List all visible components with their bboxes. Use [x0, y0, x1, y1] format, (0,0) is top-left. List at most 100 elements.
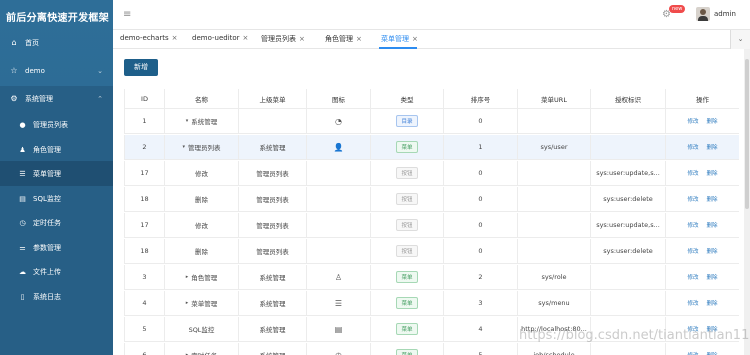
cell-id: 17 [124, 213, 164, 237]
delete-link[interactable]: 删除 [707, 143, 718, 151]
cell-text: 1 [478, 143, 483, 151]
sidebar-item-upload[interactable]: ☁ 文件上传 [0, 259, 113, 284]
cell-text: 18 [140, 247, 149, 255]
table-row[interactable]: 1 ▾ 系统管理 ◔ 目录 0 修改 删除 [124, 109, 739, 134]
edit-link[interactable]: 修改 [687, 247, 698, 255]
cell-text: 系统管理 [259, 274, 286, 282]
cell-sort: 0 [443, 161, 517, 185]
avatar-head [700, 9, 706, 15]
edit-link[interactable]: 修改 [687, 351, 698, 355]
header-col-perms: 授权标识 [590, 89, 665, 108]
cell-text: 系统管理 [260, 350, 286, 355]
cell-type: 按钮 [370, 187, 443, 211]
delete-link[interactable]: 删除 [707, 221, 718, 229]
list-icon: ☰ [19, 169, 26, 178]
cell-parent: 系统管理 [238, 135, 306, 159]
table-row[interactable]: 3 ▸ 角色管理 系统管理 ♙ 菜单 2 sys/role 修改 删除 [124, 265, 739, 290]
cell-text: 3 [478, 299, 483, 307]
scrollbar[interactable] [744, 49, 750, 355]
sidebar-item-schedule[interactable]: ◷ 定时任务 [0, 210, 113, 235]
sidebar-item-demo[interactable]: ☆ demo ⌄ [0, 58, 113, 83]
close-icon[interactable]: × [172, 34, 178, 42]
sidebar-item-home[interactable]: ⌂ 首页 [0, 30, 113, 55]
delete-link[interactable]: 删除 [707, 247, 718, 255]
table-row[interactable]: 18 删除 管理员列表 按钮 0 sys:user:delete 修改 删除 [124, 187, 739, 212]
avatar[interactable] [696, 7, 710, 21]
sidebar-item-menus[interactable]: ☰ 菜单管理 [0, 161, 113, 186]
tab-label: 菜单管理 [381, 35, 409, 43]
tab-admin-list[interactable]: 管理员列表 × [261, 34, 305, 44]
tab-demo-ueditor[interactable]: demo-ueditor × [192, 34, 248, 42]
cell-name: ▾ 系统管理 [164, 109, 238, 133]
tab-roles[interactable]: 角色管理 × [325, 34, 362, 44]
delete-link[interactable]: 删除 [707, 195, 718, 203]
cell-text: 17 [140, 169, 149, 177]
menu-icon: ◷ [335, 350, 342, 355]
table-row[interactable]: 17 修改 管理员列表 按钮 0 sys:user:update,s... 修改 删除 [124, 213, 739, 238]
hamburger-menu-icon[interactable]: ≡ [123, 9, 131, 20]
username[interactable]: admin [714, 10, 736, 18]
tab-demo-echarts[interactable]: demo-echarts × [120, 34, 178, 42]
expand-caret-icon[interactable]: ▸ [186, 300, 189, 306]
delete-link[interactable]: 删除 [707, 273, 718, 281]
cell-icon: ▤ [306, 317, 370, 341]
cell-parent: 管理员列表 [238, 161, 306, 185]
close-icon[interactable]: × [299, 35, 305, 43]
sliders-icon: ⚌ [19, 243, 26, 252]
header-col-type: 类型 [370, 89, 443, 108]
table-row[interactable]: 6 ▸定时任务系统管理 ◷ 菜单 5 job/schedule 修改 删除 [124, 343, 739, 355]
cell-perms [590, 135, 665, 159]
edit-link[interactable]: 修改 [687, 221, 698, 229]
edit-link[interactable]: 修改 [687, 299, 698, 307]
sidebar-item-sql[interactable]: ▤ SQL监控 [0, 186, 113, 211]
delete-link[interactable]: 删除 [707, 169, 718, 177]
edit-link[interactable]: 修改 [687, 143, 698, 151]
cell-parent: 管理员列表 [238, 239, 306, 263]
expand-caret-icon[interactable]: ▾ [182, 144, 185, 150]
sidebar-item-system[interactable]: ⚙ 系统管理 ⌃ [0, 86, 113, 111]
cell-name: 修改 [164, 161, 238, 185]
menu-name: 修改 [195, 222, 208, 230]
edit-link[interactable]: 修改 [687, 117, 698, 125]
type-tag: 菜单 [396, 323, 418, 335]
close-icon[interactable]: × [356, 35, 362, 43]
edit-link[interactable]: 修改 [687, 169, 698, 177]
table-row[interactable]: 17 修改 管理员列表 按钮 0 sys:user:update,s... 修改 删除 [124, 161, 739, 186]
cell-text: 6 [142, 351, 147, 355]
tab-menus[interactable]: 菜单管理 × [381, 34, 418, 44]
sidebar-item-logs[interactable]: ▯ 系统日志 [0, 284, 113, 309]
delete-link[interactable]: 删除 [707, 299, 718, 307]
table-row[interactable]: 2 ▾ 管理员列表 系统管理 👤 菜单 1 sys/user 修改 删除 [124, 135, 739, 160]
sidebar-item-label: 系统管理 [25, 94, 53, 103]
sidebar-item-roles[interactable]: ♟ 角色管理 [0, 137, 113, 162]
edit-link[interactable]: 修改 [687, 195, 698, 203]
cell-parent: 系统管理 [238, 265, 306, 289]
delete-link[interactable]: 删除 [707, 351, 718, 355]
table-row[interactable]: 18 删除 管理员列表 按钮 0 sys:user:delete 修改 删除 [124, 239, 739, 264]
expand-caret-icon[interactable]: ▸ [186, 274, 189, 280]
cell-id: 5 [124, 317, 164, 341]
cell-type: 菜单 [370, 135, 443, 159]
type-tag: 菜单 [396, 297, 418, 309]
cell-text: sys:user:update,s... [596, 221, 660, 229]
cell-sort: 2 [443, 265, 517, 289]
close-icon[interactable]: × [243, 34, 249, 42]
cell-perms: sys:user:update,s... [590, 161, 665, 185]
edit-link[interactable]: 修改 [687, 273, 698, 281]
cell-actions: 修改 删除 [665, 213, 739, 237]
database-icon: ▤ [19, 194, 26, 203]
cell-name: 删除 [164, 239, 238, 263]
delete-link[interactable]: 删除 [707, 117, 718, 125]
cell-text: 0 [478, 117, 483, 125]
sidebar-item-admin-list[interactable]: ● 管理员列表 [0, 112, 113, 137]
sidebar-item-params[interactable]: ⚌ 参数管理 [0, 235, 113, 260]
tab-label: demo-echarts [120, 34, 169, 42]
close-icon[interactable]: × [412, 35, 418, 43]
scrollbar-thumb[interactable] [745, 59, 749, 209]
tab-dropdown-button[interactable]: ⌄ [730, 30, 750, 49]
add-button[interactable]: 新增 [124, 59, 158, 76]
expand-caret-icon[interactable]: ▾ [186, 118, 189, 124]
table-row[interactable]: 4 ▸ 菜单管理 系统管理 ☰ 菜单 3 sys/menu 修改 删除 [124, 291, 739, 316]
cell-text: 5 [478, 351, 483, 355]
cell-sort: 0 [443, 109, 517, 133]
